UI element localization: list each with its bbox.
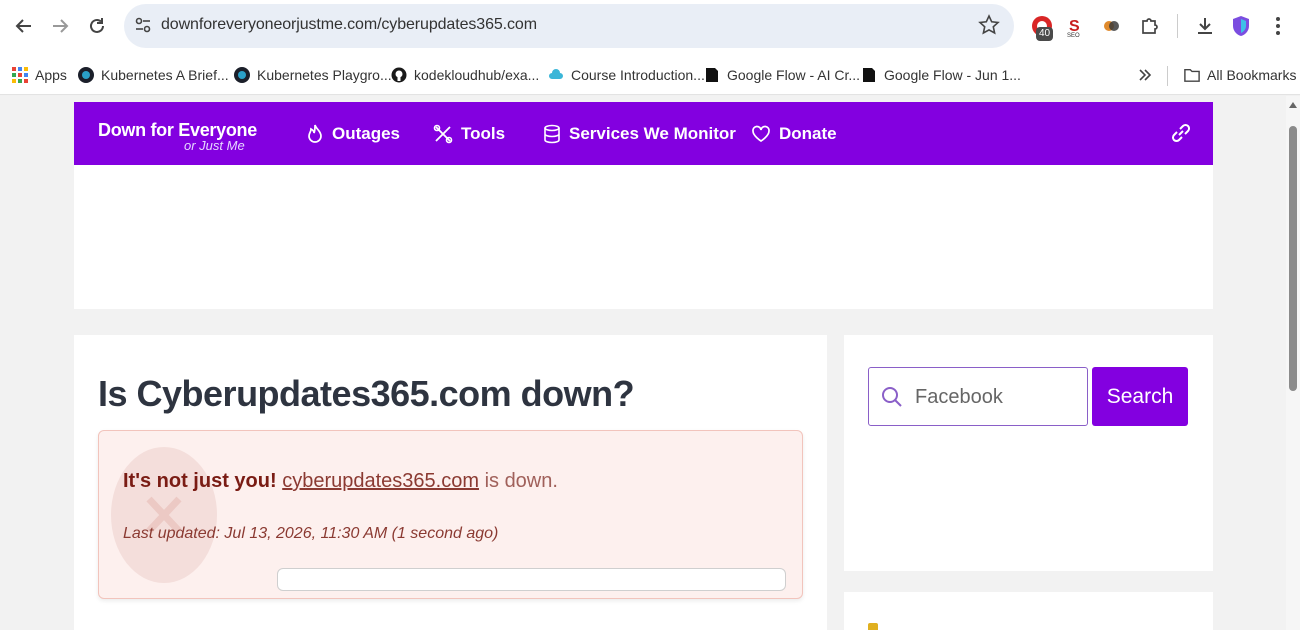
sidebar-card [844, 592, 1213, 630]
search-input[interactable] [915, 382, 1080, 412]
kubernetes-icon [78, 67, 94, 83]
progress-bar [277, 568, 786, 591]
tools-icon [433, 124, 453, 144]
extension-seo-icon[interactable]: S SEO [1062, 12, 1090, 40]
bookmark-label: Kubernetes Playgro... [257, 67, 392, 83]
bookmark-label: Google Flow - Jun 1... [884, 67, 1021, 83]
status-bold: It's not just you! [123, 470, 277, 492]
database-icon [544, 124, 560, 144]
status-domain-link[interactable]: cyberupdates365.com [282, 470, 479, 492]
status-card: Is Cyberupdates365.com down? It's not ju… [74, 335, 827, 630]
search-card: Search [844, 335, 1213, 571]
bookmarks-divider [1167, 66, 1168, 86]
bookmark-kodekloudhub[interactable]: kodekloudhub/exa... [391, 65, 539, 85]
bookmark-label: Google Flow - AI Cr... [727, 67, 861, 83]
cloud-icon [548, 67, 564, 83]
star-icon [868, 623, 878, 630]
bookmarks-overflow-icon[interactable] [1138, 65, 1152, 85]
page-viewport: Down for Everyone or Just Me Outages Too… [0, 96, 1286, 630]
kubernetes-icon [234, 67, 250, 83]
bookmarks-bar: Apps Kubernetes A Brief... Kubernetes Pl… [0, 54, 1300, 95]
share-link-icon[interactable] [1169, 121, 1193, 150]
extension-color-icon[interactable] [1098, 12, 1126, 40]
back-arrow-icon[interactable] [11, 13, 37, 39]
reload-icon[interactable] [84, 13, 110, 39]
extensions-puzzle-icon[interactable] [1136, 12, 1164, 40]
apps-grid-icon [12, 67, 28, 83]
bookmark-google-flow-jun[interactable]: Google Flow - Jun 1... [861, 65, 1021, 85]
status-rest: is down. [484, 470, 558, 492]
site-logo-subtitle: or Just Me [184, 138, 245, 153]
fire-icon [308, 124, 322, 143]
last-updated: Last updated: Jul 13, 2026, 11:30 AM (1 … [123, 525, 499, 542]
folder-icon [1184, 67, 1200, 83]
flow-icon [704, 67, 720, 83]
nav-services-we-monitor[interactable]: Services We Monitor [543, 124, 736, 144]
nav-label: Tools [461, 124, 506, 143]
scroll-up-arrow-icon[interactable] [1289, 102, 1297, 108]
status-alert: It's not just you! cyberupdates365.com i… [98, 430, 803, 599]
url-text[interactable]: downforeveryoneorjustme.com/cyberupdates… [161, 16, 537, 34]
bookmark-kubernetes-playground[interactable]: Kubernetes Playgro... [234, 65, 392, 85]
all-bookmarks-label: All Bookmarks [1207, 67, 1297, 83]
page-title: Is Cyberupdates365.com down? [98, 373, 635, 414]
bookmark-star-icon[interactable] [978, 14, 1000, 41]
bookmark-label: kodekloudhub/exa... [414, 67, 540, 83]
search-icon [882, 387, 902, 407]
extension-badge: 40 [1036, 27, 1054, 41]
page-scrollbar[interactable] [1286, 96, 1300, 630]
forward-arrow-icon[interactable] [47, 13, 73, 39]
svg-text:SEO: SEO [1067, 33, 1080, 38]
nav-tools[interactable]: Tools [433, 124, 505, 144]
nav-outages[interactable]: Outages [306, 124, 400, 144]
bookmark-label: Course Introduction... [571, 67, 705, 83]
bookmark-apps[interactable]: Apps [12, 65, 67, 85]
heart-icon [752, 125, 770, 143]
address-bar[interactable]: downforeveryoneorjustme.com/cyberupdates… [124, 4, 1014, 48]
flow-icon [861, 67, 877, 83]
scroll-thumb[interactable] [1289, 126, 1297, 391]
bookmark-label: Apps [35, 67, 67, 83]
nav-label: Donate [779, 124, 837, 143]
profile-shield-icon[interactable] [1227, 12, 1255, 40]
nav-label: Services We Monitor [569, 124, 736, 143]
github-icon [391, 67, 407, 83]
download-icon[interactable] [1191, 12, 1219, 40]
browser-toolbar: downforeveryoneorjustme.com/cyberupdates… [0, 0, 1300, 54]
search-button[interactable]: Search [1092, 367, 1188, 426]
toolbar-divider [1177, 14, 1178, 38]
bookmark-google-flow-ai[interactable]: Google Flow - AI Cr... [704, 65, 860, 85]
site-settings-icon[interactable] [134, 16, 152, 39]
advertisement-area [74, 165, 1213, 309]
status-message: It's not just you! cyberupdates365.com i… [123, 470, 558, 493]
site-navbar: Down for Everyone or Just Me Outages Too… [74, 102, 1213, 165]
x-circle-icon [111, 447, 217, 583]
browser-menu-icon[interactable] [1264, 12, 1292, 40]
nav-label: Outages [332, 124, 401, 143]
all-bookmarks-button[interactable]: All Bookmarks [1184, 65, 1296, 85]
search-field[interactable] [868, 367, 1088, 426]
bookmark-kubernetes-brief[interactable]: Kubernetes A Brief... [78, 65, 229, 85]
bookmark-course-introduction[interactable]: Course Introduction... [548, 65, 705, 85]
nav-donate[interactable]: Donate [751, 124, 837, 144]
bookmark-label: Kubernetes A Brief... [101, 67, 229, 83]
